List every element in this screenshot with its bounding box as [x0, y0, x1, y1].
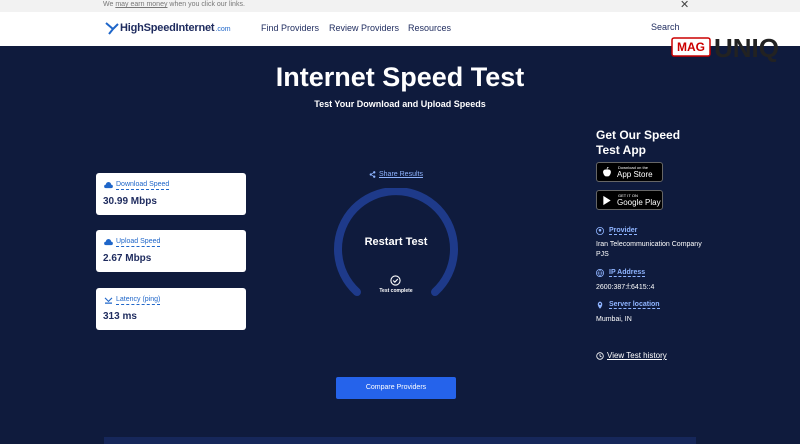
- disclaimer-link[interactable]: may earn money: [115, 1, 167, 8]
- globe-icon: [596, 269, 604, 277]
- disclaimer-text: We may earn money when you click our lin…: [103, 0, 245, 9]
- app-store-button[interactable]: Download on the App Store: [596, 162, 663, 182]
- share-results-link[interactable]: Share Results: [369, 171, 423, 178]
- page-subtitle: Test Your Download and Upload Speeds: [314, 99, 486, 109]
- upload-label: Upload Speed: [116, 238, 161, 247]
- upload-cloud-icon: [104, 239, 113, 246]
- view-test-history-label: View Test history: [607, 351, 667, 360]
- download-label: Download Speed: [116, 181, 170, 190]
- ip-address-label: IP Address: [609, 269, 646, 277]
- disclaimer-suffix: when you click our links.: [169, 1, 245, 8]
- latency-icon: [104, 297, 113, 304]
- server-location-value: Mumbai, IN: [596, 316, 632, 323]
- footer-band: [104, 437, 696, 444]
- ip-address-value: 2600:387:f:6415::4: [596, 284, 655, 291]
- upload-value: 2.67 Mbps: [103, 253, 152, 264]
- appstore-big-text: App Store: [617, 170, 653, 179]
- page-title: Internet Speed Test: [275, 62, 525, 92]
- logo-text: HighSpeedInternet: [120, 22, 215, 34]
- upload-card: Upload Speed 2.67 Mbps: [96, 230, 246, 272]
- disclaimer-bar: We may earn money when you click our lin…: [0, 0, 800, 12]
- disclaimer-prefix: We: [103, 1, 114, 8]
- play-icon: [603, 195, 611, 206]
- test-status: Test complete: [379, 288, 413, 294]
- share-icon: [369, 171, 376, 178]
- history-icon: [596, 351, 604, 360]
- latency-value: 313 ms: [103, 311, 137, 322]
- logo-icon: [105, 22, 119, 35]
- watermark-logo: MAG UNIQ: [668, 24, 798, 64]
- nav-find-providers[interactable]: Find Providers: [261, 23, 319, 33]
- provider-label: Provider: [609, 227, 638, 235]
- compare-providers-button[interactable]: Compare Providers: [336, 377, 456, 399]
- download-value: 30.99 Mbps: [103, 196, 157, 207]
- view-test-history-link[interactable]: View Test history: [596, 351, 667, 360]
- google-play-button[interactable]: GET IT ON Google Play: [596, 190, 663, 210]
- close-icon[interactable]: ✕: [680, 0, 689, 11]
- logo-suffix: .com: [215, 26, 231, 33]
- svg-text:MAG: MAG: [677, 40, 705, 54]
- latency-label: Latency (ping): [116, 296, 161, 305]
- server-location-label: Server location: [609, 301, 660, 309]
- download-card: Download Speed 30.99 Mbps: [96, 173, 246, 215]
- site-logo[interactable]: HighSpeedInternet .com: [104, 20, 231, 36]
- provider-value: Iran Telecommunication Company PJS: [596, 241, 702, 258]
- check-circle-icon: [390, 275, 401, 286]
- download-cloud-icon: [104, 182, 113, 189]
- googleplay-big-text: Google Play: [617, 198, 661, 207]
- nav-resources[interactable]: Resources: [408, 23, 451, 33]
- latency-card: Latency (ping) 313 ms: [96, 288, 246, 330]
- user-icon: [596, 227, 604, 235]
- nav-review-providers[interactable]: Review Providers: [329, 23, 399, 33]
- apple-icon: [603, 167, 611, 177]
- restart-test-button[interactable]: Restart Test: [333, 236, 459, 248]
- svg-text:UNIQ: UNIQ: [714, 33, 779, 63]
- watermark-icon: MAG UNIQ: [671, 33, 779, 63]
- app-promo-title: Get Our Speed Test App: [596, 128, 681, 157]
- share-results-label: Share Results: [379, 171, 423, 178]
- location-pin-icon: [597, 301, 603, 309]
